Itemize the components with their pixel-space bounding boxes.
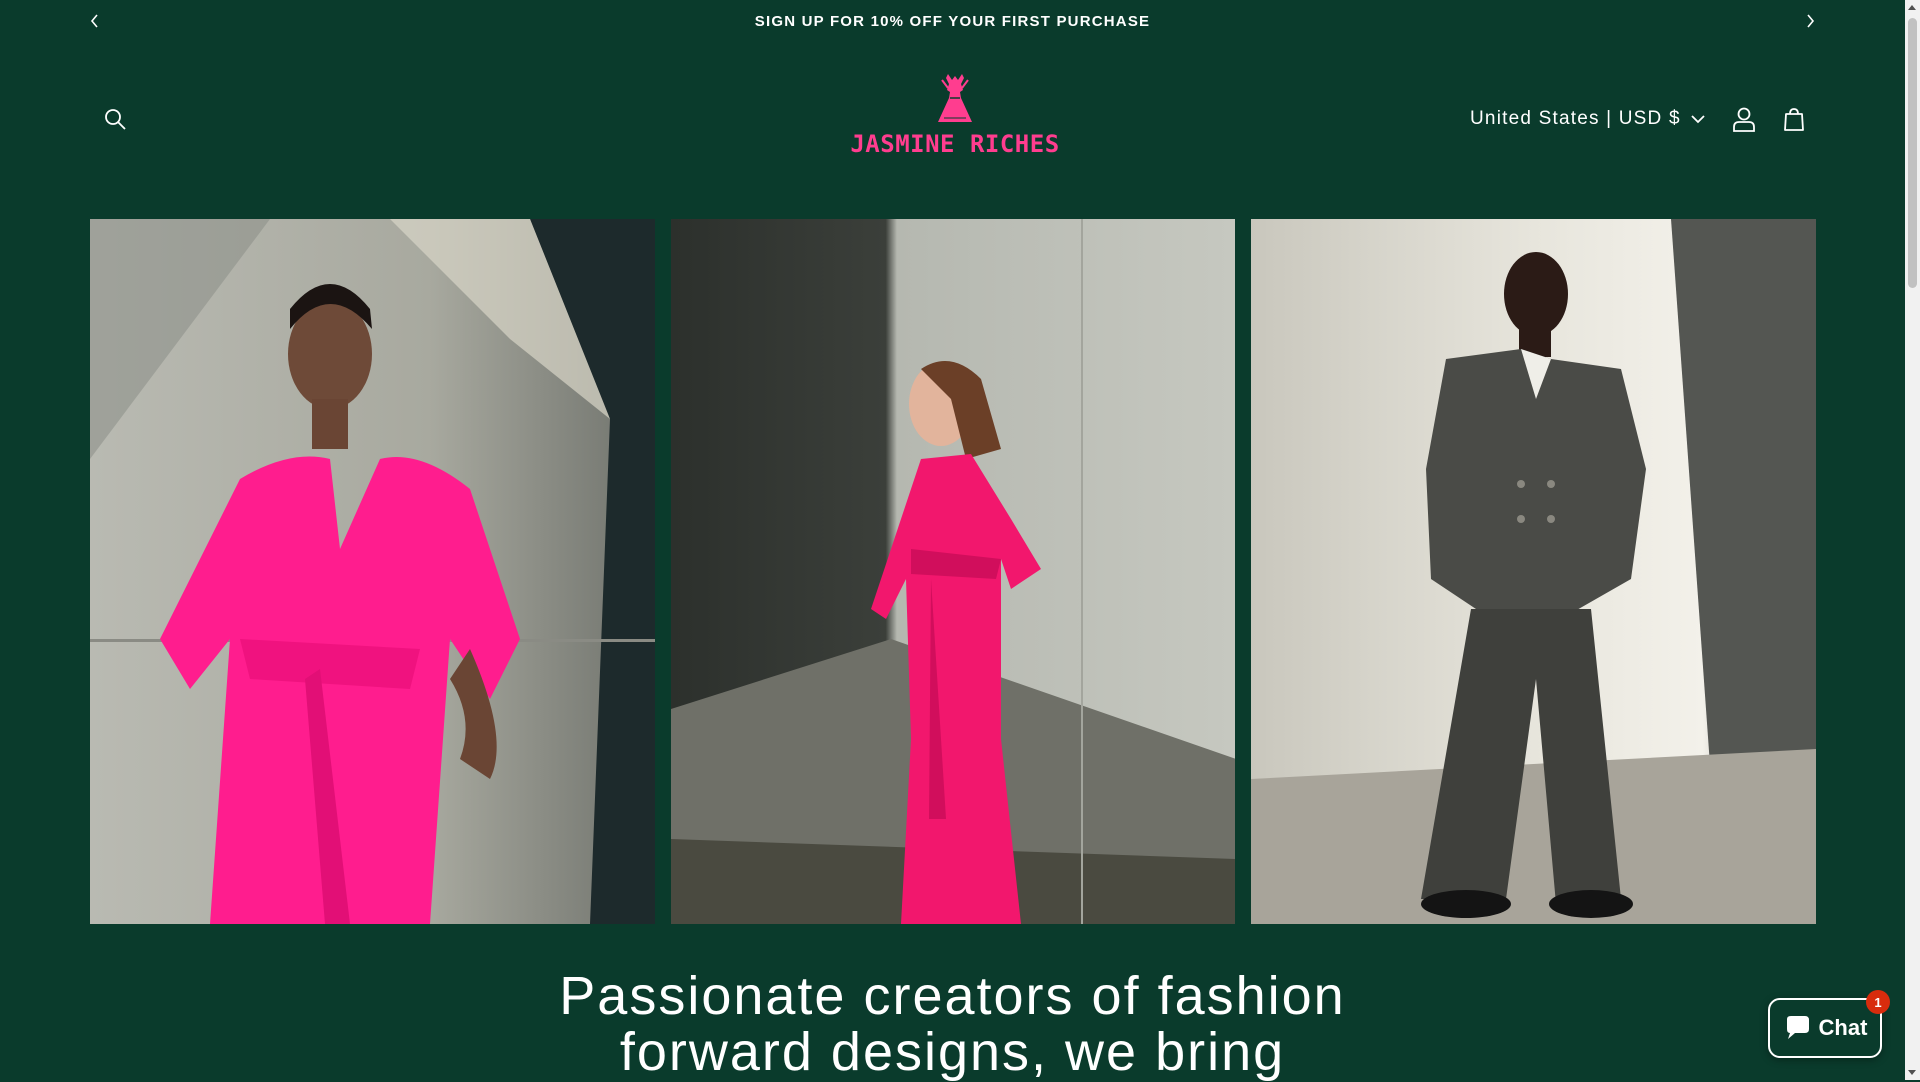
search-icon bbox=[105, 109, 126, 130]
logo-text: JASMINE RICHES bbox=[850, 130, 1060, 158]
cart-icon bbox=[1784, 108, 1804, 131]
cart-button[interactable] bbox=[1772, 97, 1816, 141]
scroll-up-arrow-icon[interactable] bbox=[1908, 5, 1916, 10]
site-logo[interactable]: JASMINE RICHES bbox=[850, 70, 1059, 188]
image-gallery bbox=[90, 219, 1817, 924]
gallery-image-pink-wrap-dress[interactable] bbox=[90, 219, 655, 924]
locale-label: United States | USD $ bbox=[1470, 108, 1681, 129]
headline-line-2: forward designs, we bring bbox=[619, 1022, 1286, 1082]
account-icon bbox=[1733, 107, 1755, 132]
brand-headline: Passionate creators of fashion forward d… bbox=[0, 968, 1905, 1080]
account-button[interactable] bbox=[1722, 97, 1766, 141]
chat-notification-badge: 1 bbox=[1866, 990, 1890, 1014]
site-header: JASMINE RICHES United States | USD $ bbox=[0, 42, 1905, 196]
chat-bubble-icon bbox=[1786, 1016, 1809, 1039]
gallery-image-grey-suit[interactable] bbox=[1251, 219, 1817, 924]
chevron-right-icon[interactable] bbox=[1800, 11, 1820, 31]
country-currency-selector[interactable]: United States | USD $ bbox=[1470, 102, 1705, 136]
chat-label: Chat bbox=[1818, 1015, 1868, 1040]
search-button[interactable] bbox=[93, 97, 137, 141]
dress-logo-icon bbox=[938, 74, 972, 122]
scroll-thumb[interactable] bbox=[1908, 18, 1917, 288]
headline-line-1: Passionate creators of fashion bbox=[559, 966, 1346, 1026]
scroll-down-arrow-icon[interactable] bbox=[1908, 1070, 1916, 1075]
gallery-image-pink-shirt-dress[interactable] bbox=[670, 219, 1236, 924]
chevron-down-icon bbox=[1691, 115, 1705, 124]
chat-button[interactable]: Chat bbox=[1768, 998, 1882, 1058]
announcement-text[interactable]: SIGN UP FOR 10% OFF YOUR FIRST PURCHASE bbox=[755, 13, 1150, 30]
page-scrollbar[interactable] bbox=[1905, 0, 1920, 1080]
chevron-left-icon[interactable] bbox=[85, 11, 105, 31]
announcement-bar: SIGN UP FOR 10% OFF YOUR FIRST PURCHASE bbox=[0, 0, 1905, 42]
